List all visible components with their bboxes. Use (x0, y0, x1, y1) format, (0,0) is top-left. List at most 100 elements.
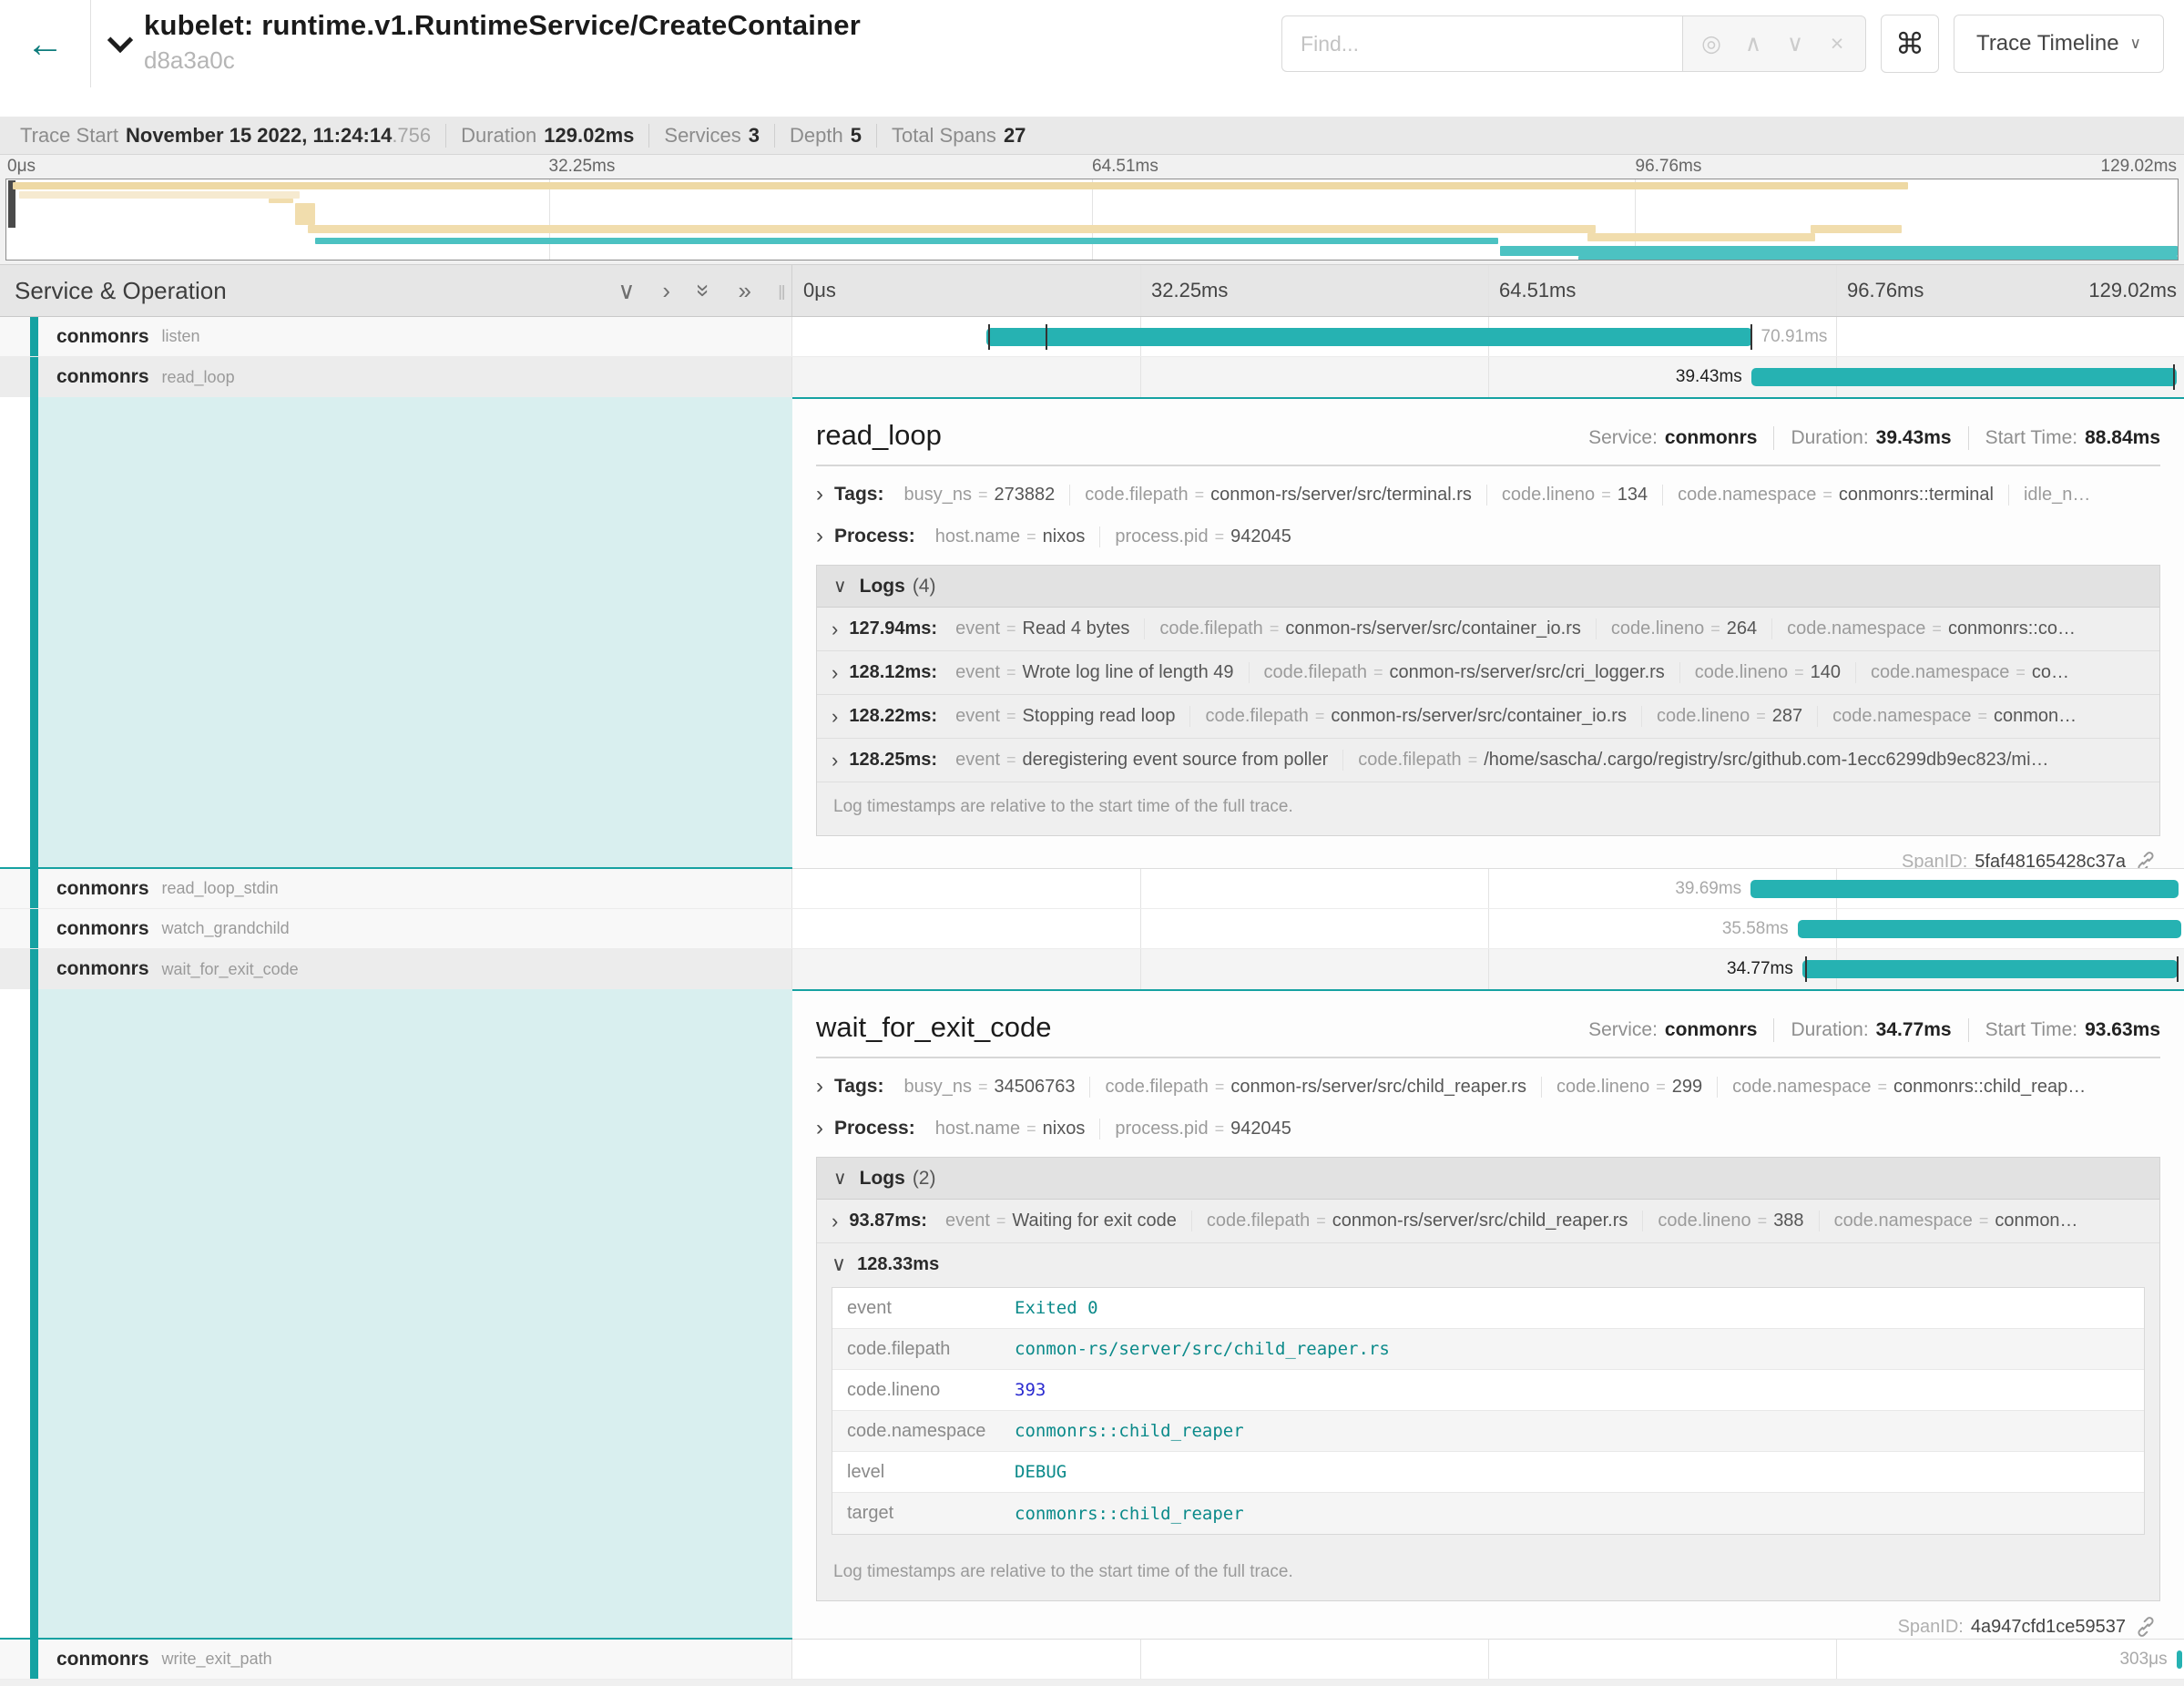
span-timeline-cell[interactable]: 35.58ms (792, 909, 2184, 948)
log-entry[interactable]: › 93.87ms: event=Waiting for exit code c… (817, 1200, 2159, 1243)
span-row-listen[interactable]: conmonrs listen 70.91ms (0, 317, 2184, 357)
gridline (1140, 357, 1141, 397)
minimap-canvas[interactable] (5, 179, 2179, 261)
span-duration-label: 39.69ms (1666, 869, 1750, 908)
find-bar: ◎ ∧ ∨ × (1281, 15, 1866, 72)
span-row-wait-for-exit-code[interactable]: conmonrs wait_for_exit_code 34.77ms (0, 949, 2184, 989)
operation-name: watch_grandchild (162, 919, 290, 938)
operation-name: read_loop_stdin (162, 879, 279, 898)
back-arrow-icon: ← (26, 22, 65, 66)
span-bar[interactable] (1802, 960, 2178, 978)
span-row-watch-grandchild[interactable]: conmonrs watch_grandchild 35.58ms (0, 909, 2184, 949)
trace-summary-bar: Trace StartNovember 15 2022, 11:24:14.75… (0, 117, 2184, 155)
span-detail-title: read_loop (816, 419, 942, 452)
log-entry[interactable]: › 128.12ms: event=Wrote log line of leng… (817, 651, 2159, 695)
collapse-one-icon[interactable]: ∨ (617, 279, 635, 302)
log-marker[interactable] (1805, 956, 1807, 982)
logs-footer-note: Log timestamps are relative to the start… (817, 1548, 2159, 1600)
span-detail-panel: wait_for_exit_code Service:conmonrs Dura… (792, 989, 2184, 1640)
tag-pill: busy_ns=273882 (889, 485, 1070, 506)
log-field: code.namespace=co… (1856, 662, 2084, 683)
span-name-cell[interactable]: conmonrs write_exit_path (0, 1640, 792, 1679)
log-field: code.filepath=/home/sascha/.cargo/regist… (1343, 750, 2063, 771)
log-entry[interactable]: › 128.25ms: event=deregistering event so… (817, 739, 2159, 782)
gridline (1836, 265, 1837, 316)
span-bar[interactable] (1798, 920, 2181, 938)
process-row[interactable]: › Process: host.name=nixos process.pid=9… (816, 1108, 2160, 1150)
service-name: conmonrs (56, 1649, 149, 1671)
span-bar[interactable] (1751, 368, 2177, 386)
span-name-cell[interactable]: conmonrs read_loop (0, 357, 792, 397)
logs-count: (4) (913, 576, 936, 598)
table-row: eventExited 0 (832, 1288, 2144, 1329)
expand-one-icon[interactable]: › (662, 279, 670, 302)
span-row-write-exit-path[interactable]: conmonrs write_exit_path 303μs (0, 1640, 2184, 1680)
log-field: code.lineno=388 (1643, 1211, 1819, 1231)
log-field: event=deregistering event source from po… (941, 750, 1343, 771)
span-detail-meta: Service:conmonrs Duration:39.43ms Start … (1588, 412, 2160, 450)
log-marker[interactable] (2173, 364, 2175, 390)
span-name-cell[interactable]: conmonrs listen (0, 317, 792, 356)
service-operation-header: Service & Operation ∨ › » » ‖ (0, 265, 792, 316)
span-name-cell[interactable]: conmonrs wait_for_exit_code (0, 949, 792, 989)
keyboard-shortcuts-button[interactable]: ⌘ (1881, 15, 1939, 73)
log-field: event=Waiting for exit code (931, 1211, 1192, 1231)
span-timeline-cell[interactable]: 70.91ms (792, 317, 2184, 356)
prev-match-icon[interactable]: ∧ (1732, 30, 1774, 57)
log-field: event=Stopping read loop (941, 706, 1190, 727)
span-name-cell[interactable]: conmonrs watch_grandchild (0, 909, 792, 948)
span-bar[interactable] (1750, 880, 2179, 898)
span-bar[interactable] (986, 328, 1751, 346)
tick-label: 32.25ms (1151, 279, 1228, 302)
minimap-span-bar (1578, 256, 2178, 261)
chevron-right-icon: › (816, 526, 823, 547)
locate-icon[interactable]: ◎ (1690, 30, 1732, 57)
log-marker[interactable] (1750, 324, 1752, 350)
span-timeline-cell[interactable]: 39.69ms (792, 869, 2184, 908)
timeline-header: 0μs 32.25ms 64.51ms 96.76ms 129.02ms (792, 265, 2184, 316)
span-name-cell[interactable]: conmonrs read_loop_stdin (0, 869, 792, 908)
tags-row[interactable]: › Tags: busy_ns=273882 code.filepath=con… (816, 474, 2160, 516)
log-entry[interactable]: › 127.94ms: event=Read 4 bytes code.file… (817, 608, 2159, 651)
trace-view-label: Trace Timeline (1976, 31, 2119, 56)
collapse-all-icon[interactable]: » (692, 284, 716, 297)
span-duration-label: 34.77ms (1718, 949, 1802, 989)
tags-row[interactable]: › Tags: busy_ns=34506763 code.filepath=c… (816, 1066, 2160, 1108)
span-row-read-loop-stdin[interactable]: conmonrs read_loop_stdin 39.69ms (0, 869, 2184, 909)
minimap-tick-labels: 0μs 32.25ms 64.51ms 96.76ms 129.02ms (5, 157, 2179, 177)
find-input[interactable] (1281, 15, 1682, 72)
collapse-trace-header-icon[interactable] (107, 27, 133, 53)
process-row[interactable]: › Process: host.name=nixos process.pid=9… (816, 516, 2160, 557)
logs-header[interactable]: ∨ Logs (2) (817, 1158, 2159, 1200)
span-id-row: SpanID: 4a947cfd1ce59537 (816, 1601, 2160, 1638)
logs-header[interactable]: ∨ Logs (4) (817, 566, 2159, 608)
minimap-span-bar (1500, 246, 2178, 256)
span-detail-title: wait_for_exit_code (816, 1011, 1052, 1044)
gridline (1140, 265, 1141, 316)
span-detail-meta: Service:conmonrs Duration:34.77ms Start … (1588, 1004, 2160, 1042)
span-row-read-loop[interactable]: conmonrs read_loop 39.43ms (0, 357, 2184, 397)
link-icon[interactable] (2135, 851, 2157, 869)
column-resizer-handle[interactable]: ‖ (778, 281, 786, 305)
back-button[interactable]: ← (0, 0, 91, 87)
logs-count: (2) (913, 1168, 936, 1190)
span-timeline-cell[interactable]: 303μs (792, 1640, 2184, 1679)
log-marker[interactable] (2177, 956, 2179, 982)
log-marker[interactable] (1046, 324, 1047, 350)
span-detail-header: wait_for_exit_code Service:conmonrs Dura… (816, 1004, 2160, 1057)
log-entry[interactable]: › 128.22ms: event=Stopping read loop cod… (817, 695, 2159, 739)
span-timeline-cell[interactable]: 39.43ms (792, 357, 2184, 397)
next-match-icon[interactable]: ∨ (1774, 30, 1816, 57)
expand-collapse-controls: ∨ › » » (617, 279, 751, 302)
span-timeline-cell[interactable]: 34.77ms (792, 949, 2184, 989)
trace-minimap: 0μs 32.25ms 64.51ms 96.76ms 129.02ms (0, 155, 2184, 264)
clear-find-icon[interactable]: × (1816, 31, 1858, 57)
trace-view-selector[interactable]: Trace Timeline ∨ (1954, 15, 2164, 73)
log-field: event=Read 4 bytes (941, 618, 1145, 639)
link-icon[interactable] (2135, 1616, 2157, 1638)
span-detail-wait-for-exit-code: wait_for_exit_code Service:conmonrs Dura… (0, 989, 2184, 1640)
log-marker[interactable] (988, 324, 990, 350)
span-bar[interactable] (2177, 1650, 2183, 1669)
log-entry-expanded-header[interactable]: ∨ 128.33ms (817, 1243, 2159, 1285)
expand-all-icon[interactable]: » (739, 279, 751, 302)
